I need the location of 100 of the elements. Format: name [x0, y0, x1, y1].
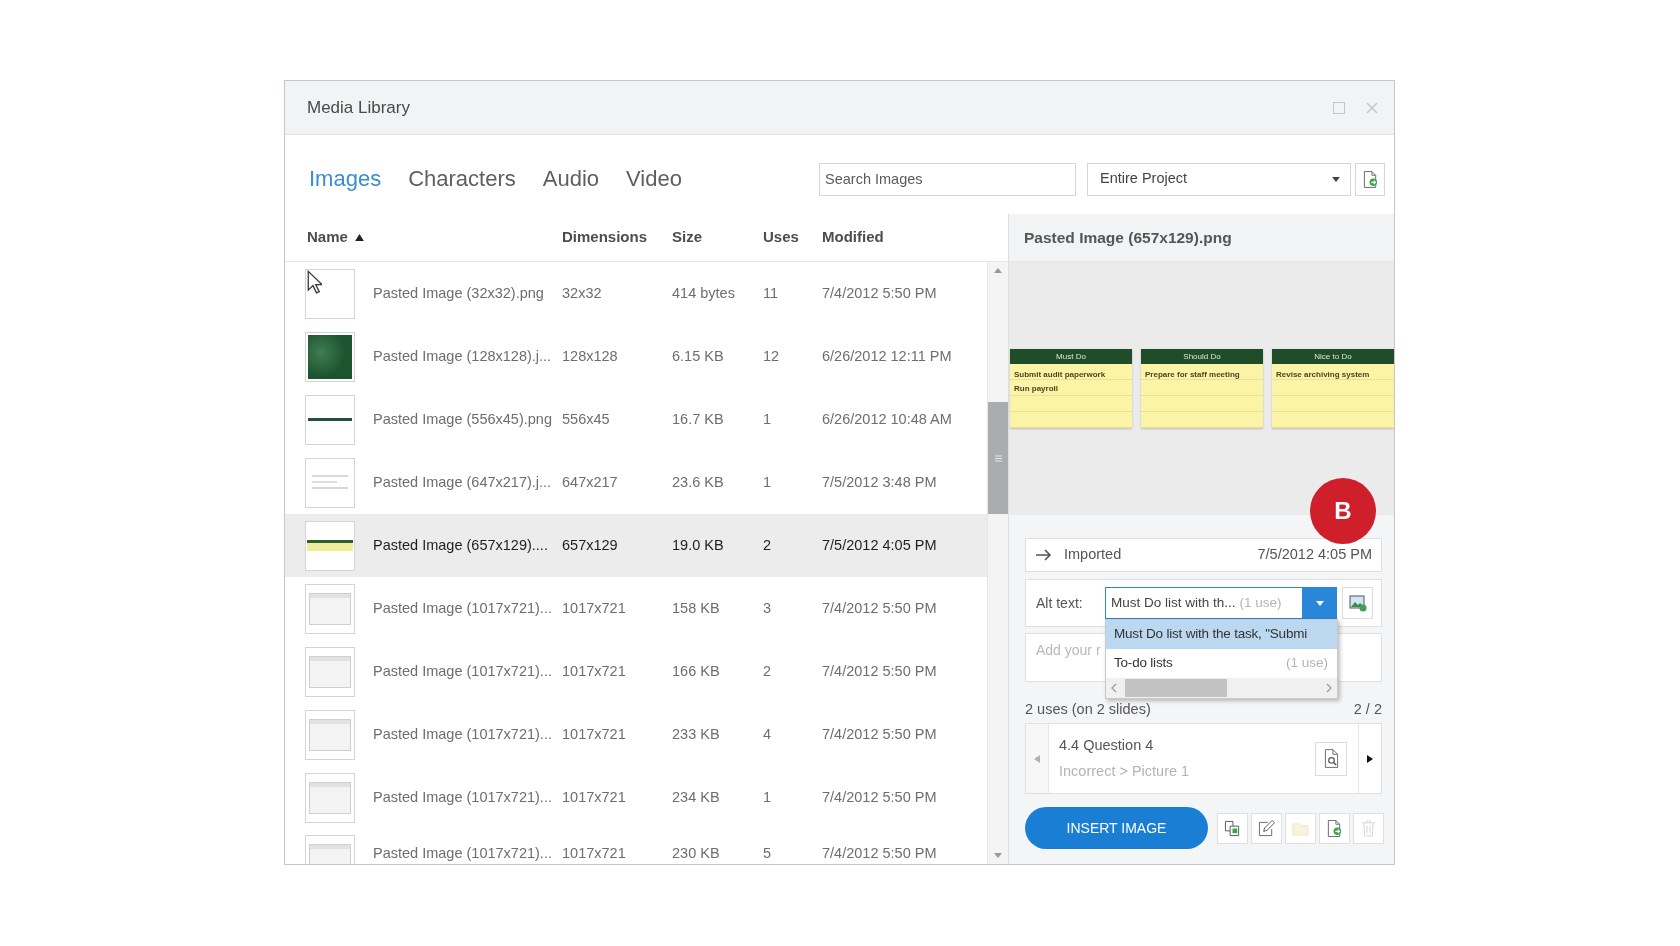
file-size: 19.0 KB	[672, 535, 724, 555]
table-row[interactable]: Pasted Image (657x129).... 657x129 19.0 KB 2 7/5/2012 4:05 PM	[285, 514, 987, 577]
file-size: 233 KB	[672, 724, 720, 744]
column-header[interactable]: Size	[672, 226, 702, 249]
column-header[interactable]: Uses	[763, 226, 799, 249]
slide-location: Incorrect > Picture 1	[1059, 761, 1190, 781]
tab[interactable]: Audio	[542, 166, 600, 192]
scope-dropdown[interactable]: Entire Project	[1087, 162, 1351, 196]
file-size: 414 bytes	[672, 283, 735, 303]
import-button[interactable]	[1355, 162, 1385, 196]
note-heading: Must Do	[1010, 349, 1132, 364]
modified-date: 7/4/2012 5:50 PM	[822, 598, 937, 618]
export-button[interactable]	[1319, 812, 1350, 844]
dropdown-option[interactable]: To-do lists (1 use)	[1106, 649, 1337, 678]
chevron-left-icon[interactable]	[1111, 683, 1117, 693]
use-count: 11	[763, 283, 779, 303]
file-size: 234 KB	[672, 787, 720, 807]
chevron-right-icon[interactable]	[1326, 683, 1332, 693]
option-text: Must Do list with the task, "Submi	[1114, 625, 1308, 644]
dropdown-option[interactable]: Must Do list with the task, "Submi	[1106, 620, 1337, 649]
modified-date: 6/26/2012 12:11 PM	[822, 346, 952, 366]
close-icon[interactable]	[1366, 101, 1378, 114]
file-size: 16.7 KB	[672, 409, 724, 429]
scrollbar-thumb[interactable]	[988, 402, 1008, 514]
caret-icon	[1332, 176, 1340, 182]
field-label: Alt text:	[1036, 593, 1083, 613]
note-item: Submit audit paperwork	[1014, 369, 1106, 381]
slide-title: 4.4 Question 4	[1059, 735, 1154, 755]
modified-date: 7/4/2012 5:50 PM	[822, 661, 937, 681]
image-dimensions: 1017x721	[562, 661, 626, 681]
image-thumbnail	[305, 520, 355, 571]
preview-button[interactable]	[1315, 741, 1347, 776]
tab[interactable]: Characters	[408, 166, 516, 192]
copy-icon	[1224, 819, 1241, 837]
image-dimensions: 1017x721	[562, 598, 626, 618]
image-thumbnail	[305, 268, 355, 319]
dropdown-button[interactable]	[1302, 587, 1337, 619]
file-name: Pasted Image (1017x721)...	[373, 661, 552, 681]
use-count: 12	[763, 346, 780, 366]
column-header[interactable]: Dimensions	[562, 226, 648, 249]
use-count: (1 use)	[1285, 654, 1328, 673]
history-label: Imported	[1064, 545, 1122, 565]
column-header[interactable]: Name	[307, 226, 348, 249]
picture-button[interactable]	[1342, 587, 1373, 619]
picture-icon	[1348, 594, 1367, 612]
image-thumbnail	[305, 457, 355, 508]
image-dimensions: 1017x721	[562, 787, 626, 807]
image-dimensions: 32x32	[562, 283, 602, 303]
trash-icon	[1360, 819, 1377, 837]
triangle-right-icon	[1367, 754, 1373, 763]
image-dimensions: 556x45	[562, 409, 610, 429]
note-heading: Nice to Do	[1272, 349, 1394, 364]
insert-image-button[interactable]: INSERT IMAGE	[1025, 807, 1208, 849]
maximize-icon[interactable]	[1333, 101, 1345, 114]
document-arrow-icon	[1362, 170, 1378, 188]
search-field[interactable]: Search Images	[819, 162, 1076, 196]
file-name: Pasted Image (1017x721)...	[373, 724, 552, 744]
tab[interactable]: Images	[309, 166, 382, 192]
caret-icon	[1315, 600, 1324, 606]
image-dimensions: 647x217	[562, 472, 618, 492]
alt-text-value: Must Do list with th...	[1111, 593, 1236, 612]
file-name: Pasted Image (128x128).j...	[373, 346, 552, 366]
use-count: 1	[763, 787, 772, 807]
file-name: Pasted Image (32x32).png	[373, 283, 544, 303]
modified-date: 7/4/2012 5:50 PM	[822, 283, 937, 303]
use-count: 2	[763, 661, 772, 681]
scrollbar-thumb[interactable]	[1125, 679, 1227, 697]
image-dimensions: 1017x721	[562, 724, 626, 744]
file-size: 158 KB	[672, 598, 720, 618]
use-count: (1 use)	[1239, 593, 1282, 612]
image-thumbnail	[305, 709, 355, 760]
file-size: 23.6 KB	[672, 472, 724, 492]
modified-date: 7/4/2012 5:50 PM	[822, 724, 937, 744]
use-count: 2	[763, 535, 772, 555]
scroll-down-icon[interactable]	[994, 853, 1002, 858]
column-header[interactable]: Modified	[822, 226, 884, 249]
modified-date: 7/5/2012 4:05 PM	[822, 535, 937, 555]
file-name: Pasted Image (1017x721)...	[373, 787, 552, 807]
file-name: Pasted Image (1017x721)...	[373, 598, 552, 618]
arrow-right-icon	[1036, 549, 1052, 561]
use-count: 1	[763, 409, 772, 429]
file-size: 230 KB	[672, 844, 720, 863]
image-dimensions: 657x129	[562, 535, 618, 555]
note-item: Prepare for staff meeting	[1145, 369, 1240, 381]
scroll-up-icon[interactable]	[994, 268, 1002, 273]
file-size: 6.15 KB	[672, 346, 724, 366]
image-dimensions: 128x128	[562, 346, 618, 366]
triangle-left-icon	[1034, 754, 1040, 763]
tab[interactable]: Video	[626, 166, 682, 192]
modified-date: 7/4/2012 5:50 PM	[822, 787, 937, 807]
option-text: To-do lists	[1114, 654, 1173, 673]
image-thumbnail	[305, 331, 355, 382]
file-name: Pasted Image (647x217).j...	[373, 472, 552, 492]
usage-pager: 2 / 2	[1353, 700, 1382, 720]
use-count: 3	[763, 598, 772, 618]
copy-button[interactable]	[1217, 812, 1248, 844]
history-date: 7/5/2012 4:05 PM	[1257, 545, 1372, 565]
edit-button[interactable]	[1251, 812, 1282, 844]
alt-text-field[interactable]: Must Do list with th... (1 use)	[1105, 587, 1302, 619]
modified-date: 7/5/2012 3:48 PM	[822, 472, 937, 492]
